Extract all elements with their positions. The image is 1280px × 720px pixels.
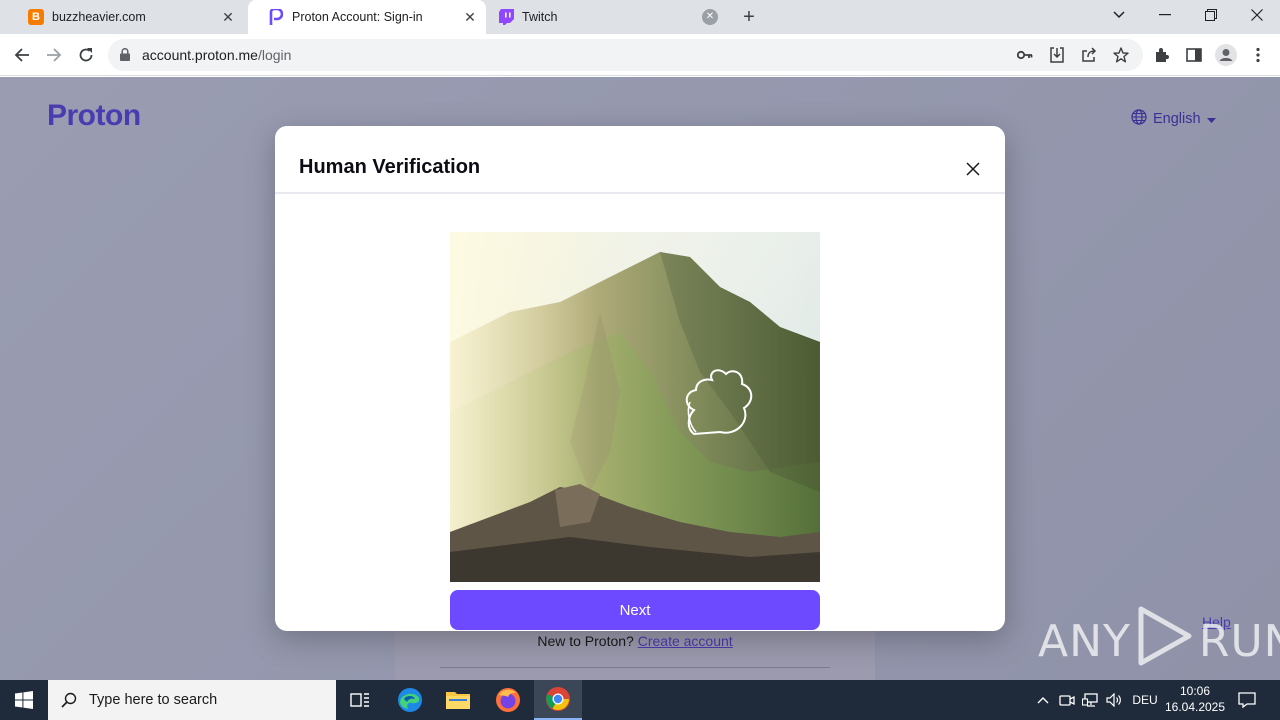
modal-divider xyxy=(275,192,1005,194)
meet-now-icon[interactable] xyxy=(1056,680,1078,720)
url-path: /login xyxy=(257,47,292,63)
windows-start-icon[interactable] xyxy=(0,680,48,720)
taskbar-search-box[interactable]: Type here to search xyxy=(48,680,336,720)
chrome-icon[interactable] xyxy=(534,680,582,720)
extensions-puzzle-icon[interactable] xyxy=(1150,43,1174,67)
modal-title: Human Verification xyxy=(299,156,481,178)
browser-toolbar: account.proton.me/login xyxy=(0,34,1280,76)
minimize-button[interactable] xyxy=(1142,0,1188,30)
divider xyxy=(440,667,830,668)
volume-icon[interactable] xyxy=(1104,680,1126,720)
input-language[interactable]: DEU xyxy=(1130,680,1160,720)
key-icon[interactable] xyxy=(1015,45,1035,65)
language-selector[interactable]: English xyxy=(1131,109,1216,129)
tab-title: Twitch xyxy=(522,10,558,24)
blogger-b-icon: B xyxy=(28,9,44,25)
mountain-landscape-image xyxy=(450,232,820,582)
clock-date: 16.04.2025 xyxy=(1164,700,1226,714)
play-triangle-icon xyxy=(1137,606,1193,677)
menu-kebab-icon[interactable] xyxy=(1246,43,1270,67)
close-tab-icon[interactable]: ✕ xyxy=(462,9,478,25)
new-tab-button[interactable]: + xyxy=(738,6,760,28)
human-verification-modal: Human Verification Next xyxy=(275,126,1005,631)
side-panel-icon[interactable] xyxy=(1182,43,1206,67)
tab-search-icon[interactable] xyxy=(1096,0,1142,30)
close-icon[interactable] xyxy=(963,159,983,179)
proton-p-icon xyxy=(268,9,284,25)
globe-icon xyxy=(1131,109,1147,129)
close-window-button[interactable] xyxy=(1234,0,1280,30)
chevron-up-icon[interactable] xyxy=(1032,680,1054,720)
tab-twitch[interactable]: Twitch ✕ xyxy=(488,0,728,34)
address-bar[interactable]: account.proton.me/login xyxy=(108,39,1143,71)
create-account-link[interactable]: Create account xyxy=(638,633,733,649)
watermark-run: RUN xyxy=(1198,616,1280,667)
caret-down-icon xyxy=(1206,111,1216,127)
language-label: English xyxy=(1153,111,1201,127)
twitch-icon xyxy=(498,9,514,25)
install-app-icon[interactable] xyxy=(1047,45,1067,65)
browser-tab-strip: B buzzheavier.com ✕ Proton Account: Sign… xyxy=(0,0,1280,34)
forward-arrow-icon[interactable] xyxy=(42,43,66,67)
tab-title: Proton Account: Sign-in xyxy=(292,10,423,24)
lock-icon[interactable] xyxy=(120,48,130,66)
notification-icon[interactable] xyxy=(1232,680,1262,720)
watermark-any: ANY xyxy=(1038,616,1131,667)
task-view-icon[interactable] xyxy=(336,680,384,720)
network-icon[interactable] xyxy=(1080,680,1102,720)
url-host: account.proton.me xyxy=(142,47,258,63)
tab-proton-signin[interactable]: Proton Account: Sign-in ✕ xyxy=(248,0,486,34)
url-text[interactable]: account.proton.me/login xyxy=(142,47,291,63)
back-arrow-icon[interactable] xyxy=(10,43,34,67)
windows-taskbar: Type here to search DEU 10:06 16.04.2025 xyxy=(0,680,1280,720)
edge-browser-icon[interactable] xyxy=(386,680,434,720)
tab-buzzheavier[interactable]: B buzzheavier.com ✕ xyxy=(8,0,244,34)
share-icon[interactable] xyxy=(1079,45,1099,65)
clock[interactable]: 10:06 16.04.2025 xyxy=(1160,683,1230,715)
restore-button[interactable] xyxy=(1188,0,1234,30)
firefox-icon[interactable] xyxy=(484,680,532,720)
reload-icon[interactable] xyxy=(74,43,98,67)
anyrun-watermark: ANY RUN xyxy=(1038,606,1280,677)
search-placeholder: Type here to search xyxy=(89,692,218,708)
proton-logo[interactable]: Proton xyxy=(47,99,141,133)
close-tab-icon[interactable]: ✕ xyxy=(220,9,236,25)
tab-title: buzzheavier.com xyxy=(52,10,146,24)
captcha-puzzle-image[interactable] xyxy=(450,232,820,582)
file-explorer-icon[interactable] xyxy=(434,680,482,720)
next-button[interactable]: Next xyxy=(450,590,820,630)
clock-time: 10:06 xyxy=(1179,684,1211,698)
bookmark-star-icon[interactable] xyxy=(1111,45,1131,65)
new-to-proton-text: New to Proton? xyxy=(537,633,634,649)
search-icon xyxy=(61,692,77,708)
close-tab-icon[interactable]: ✕ xyxy=(702,9,718,25)
profile-avatar-icon[interactable] xyxy=(1214,43,1238,67)
